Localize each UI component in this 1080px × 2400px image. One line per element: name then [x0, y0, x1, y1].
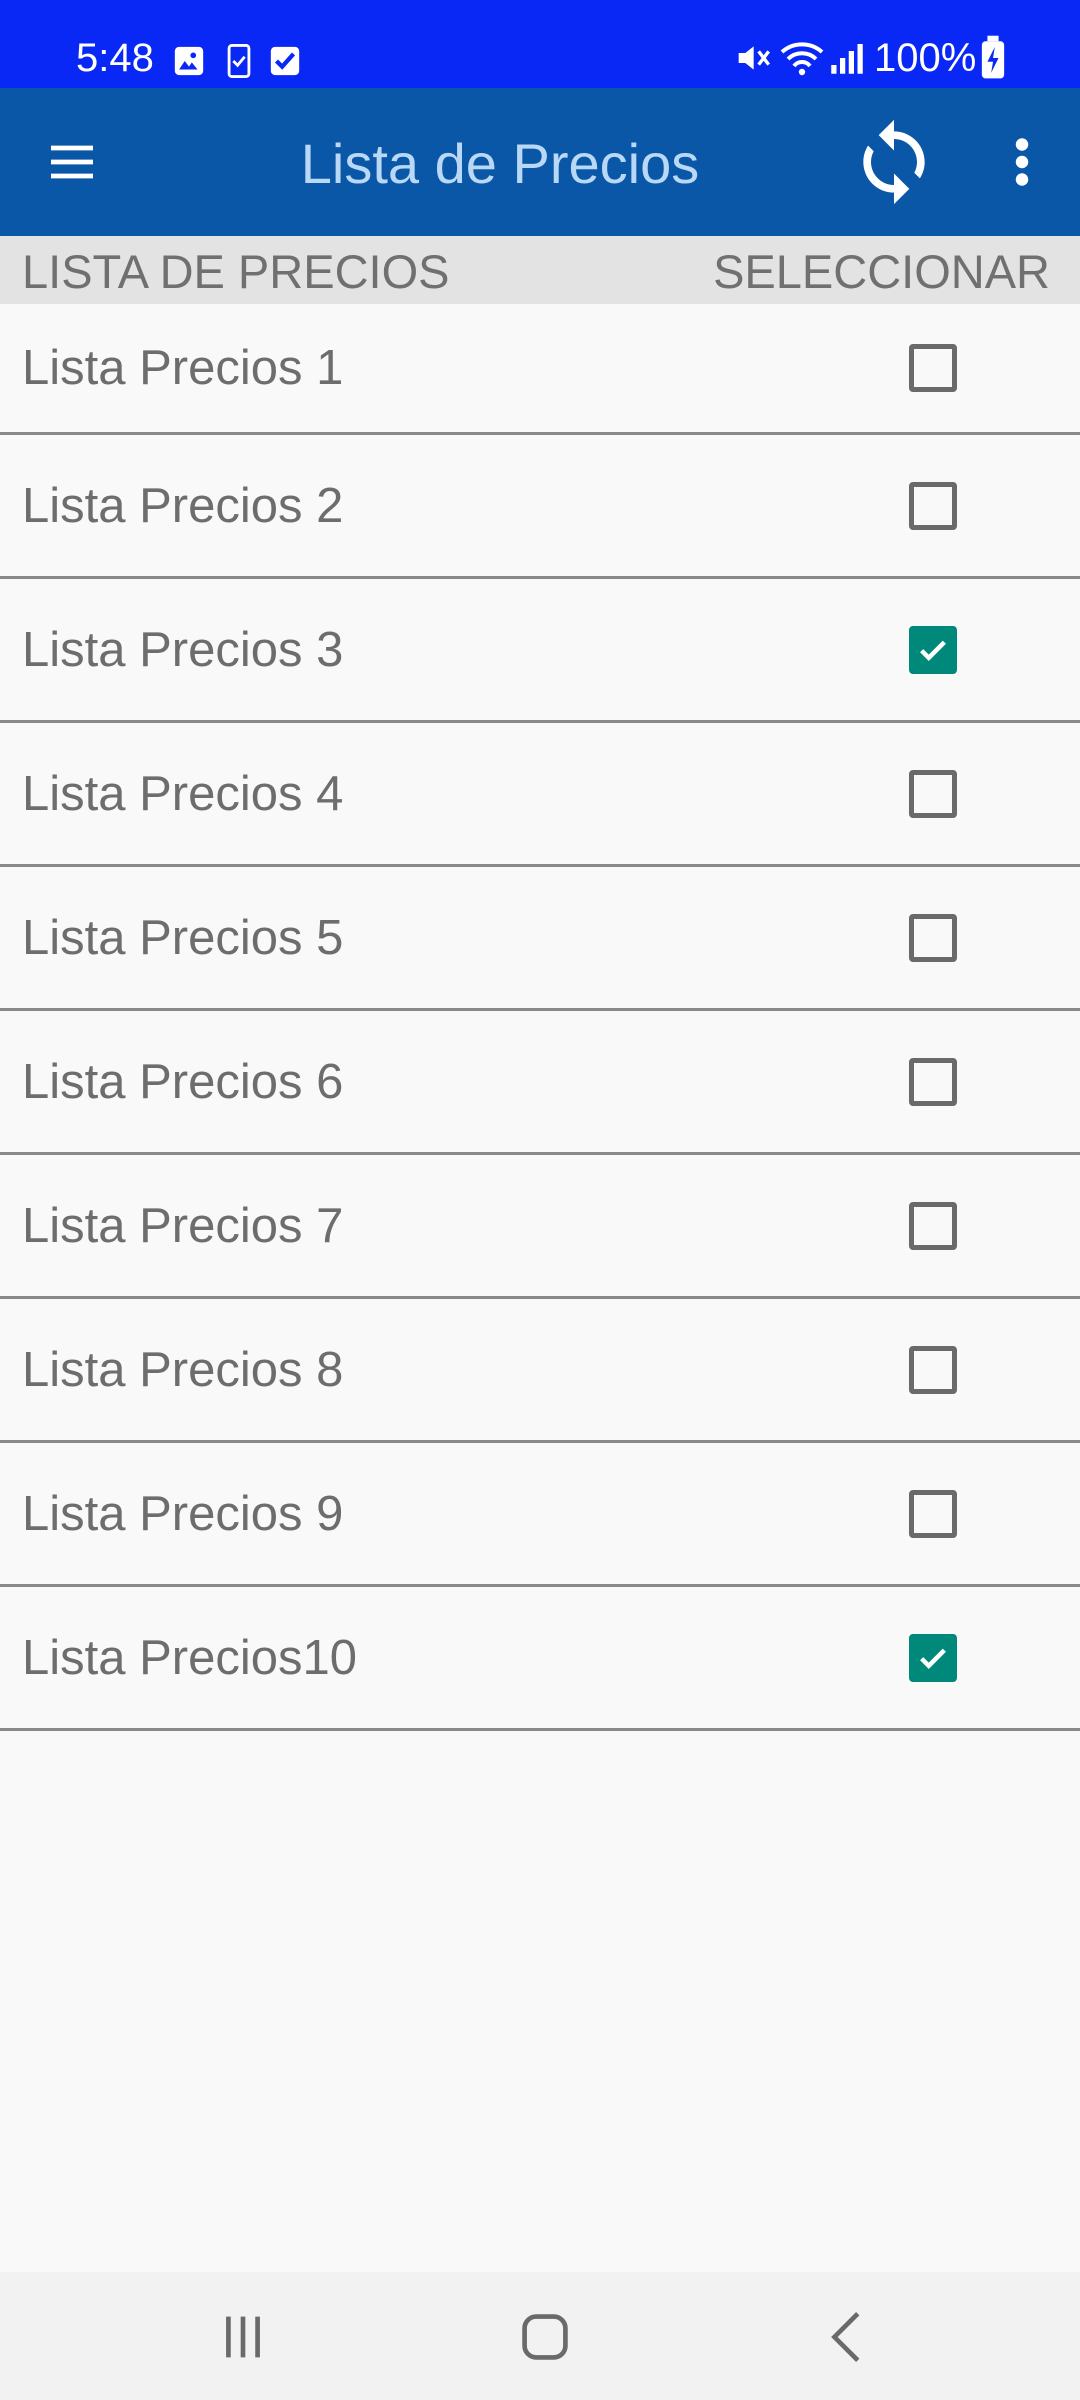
- select-checkbox[interactable]: [909, 1633, 957, 1682]
- mute-icon: [738, 46, 770, 70]
- list-item[interactable]: Lista Precios 6: [0, 1011, 1080, 1155]
- list-item[interactable]: Lista Precios 9: [0, 1443, 1080, 1587]
- list-item-label: Lista Precios 4: [22, 766, 344, 821]
- battery-percent: 100%: [874, 36, 977, 80]
- list-item-label: Lista Precios 7: [22, 1198, 344, 1253]
- select-checkbox[interactable]: [909, 913, 957, 962]
- select-checkbox[interactable]: [909, 1057, 957, 1106]
- column-name-header: LISTA DE PRECIOS: [22, 245, 450, 298]
- check-box-icon: [270, 46, 300, 76]
- list-item[interactable]: Lista Precios10: [0, 1587, 1080, 1731]
- select-checkbox[interactable]: [909, 481, 957, 530]
- list-item-label: Lista Precios 1: [22, 341, 344, 395]
- status-bar: 5:48 100%: [0, 0, 1080, 88]
- list-item[interactable]: Lista Precios 8: [0, 1299, 1080, 1443]
- column-header: LISTA DE PRECIOS SELECCIONAR: [0, 236, 1080, 304]
- check-icon: [920, 640, 946, 661]
- select-checkbox[interactable]: [909, 769, 957, 818]
- check-icon: [920, 1648, 946, 1669]
- wifi-icon: [780, 42, 824, 76]
- select-checkbox[interactable]: [909, 1489, 957, 1538]
- list-item-label: Lista Precios 2: [22, 478, 344, 533]
- battery-charging-icon: [981, 35, 1005, 79]
- list-item-label: Lista Precios 9: [22, 1486, 344, 1541]
- image-icon: [174, 46, 204, 76]
- list-item[interactable]: Lista Precios 3: [0, 579, 1080, 723]
- phone-icon: [227, 44, 251, 78]
- status-time: 5:48: [76, 36, 154, 80]
- recent-apps-icon[interactable]: [208, 2302, 278, 2372]
- navigation-bar: [0, 2272, 1080, 2400]
- list-item-label: Lista Precios 6: [22, 1054, 344, 1109]
- select-checkbox[interactable]: [909, 1345, 957, 1394]
- list-item-label: Lista Precios 8: [22, 1342, 344, 1397]
- list-item-label: Lista Precios 3: [22, 622, 344, 677]
- list-item[interactable]: Lista Precios 2: [0, 435, 1080, 579]
- list-item[interactable]: Lista Precios 7: [0, 1155, 1080, 1299]
- home-icon[interactable]: [510, 2302, 580, 2372]
- price-list: Lista Precios 1 Lista Precios 2 Lista Prec…: [0, 304, 1080, 1731]
- app-bar: Lista de Precios: [0, 88, 1080, 236]
- list-item[interactable]: Lista Precios 5: [0, 867, 1080, 1011]
- back-icon[interactable]: [814, 2302, 884, 2372]
- select-checkbox[interactable]: [909, 344, 957, 392]
- column-select-header: SELECCIONAR: [713, 245, 1050, 298]
- more-vert-icon[interactable]: [1000, 132, 1044, 192]
- list-item[interactable]: Lista Precios 4: [0, 723, 1080, 867]
- select-checkbox[interactable]: [909, 1201, 957, 1250]
- list-item[interactable]: Lista Precios 1: [0, 304, 1080, 435]
- signal-icon: [831, 44, 863, 74]
- list-item-label: Lista Precios10: [22, 1630, 358, 1685]
- list-item-label: Lista Precios 5: [22, 910, 344, 965]
- select-checkbox[interactable]: [909, 625, 957, 674]
- sync-icon[interactable]: [848, 116, 940, 208]
